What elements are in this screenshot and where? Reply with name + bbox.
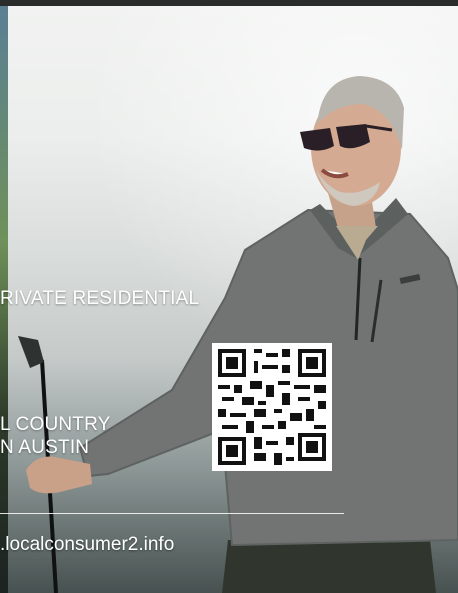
website-link[interactable]: .localconsumer2.info bbox=[0, 534, 174, 556]
headline-line-1: RIVATE RESIDENTIAL bbox=[0, 288, 200, 309]
qr-code[interactable] bbox=[212, 343, 332, 471]
qr-code-icon bbox=[218, 349, 326, 465]
divider bbox=[0, 513, 344, 514]
headline-line-3: N AUSTIN bbox=[0, 437, 90, 458]
headline-line-2: L COUNTRY bbox=[0, 414, 111, 435]
